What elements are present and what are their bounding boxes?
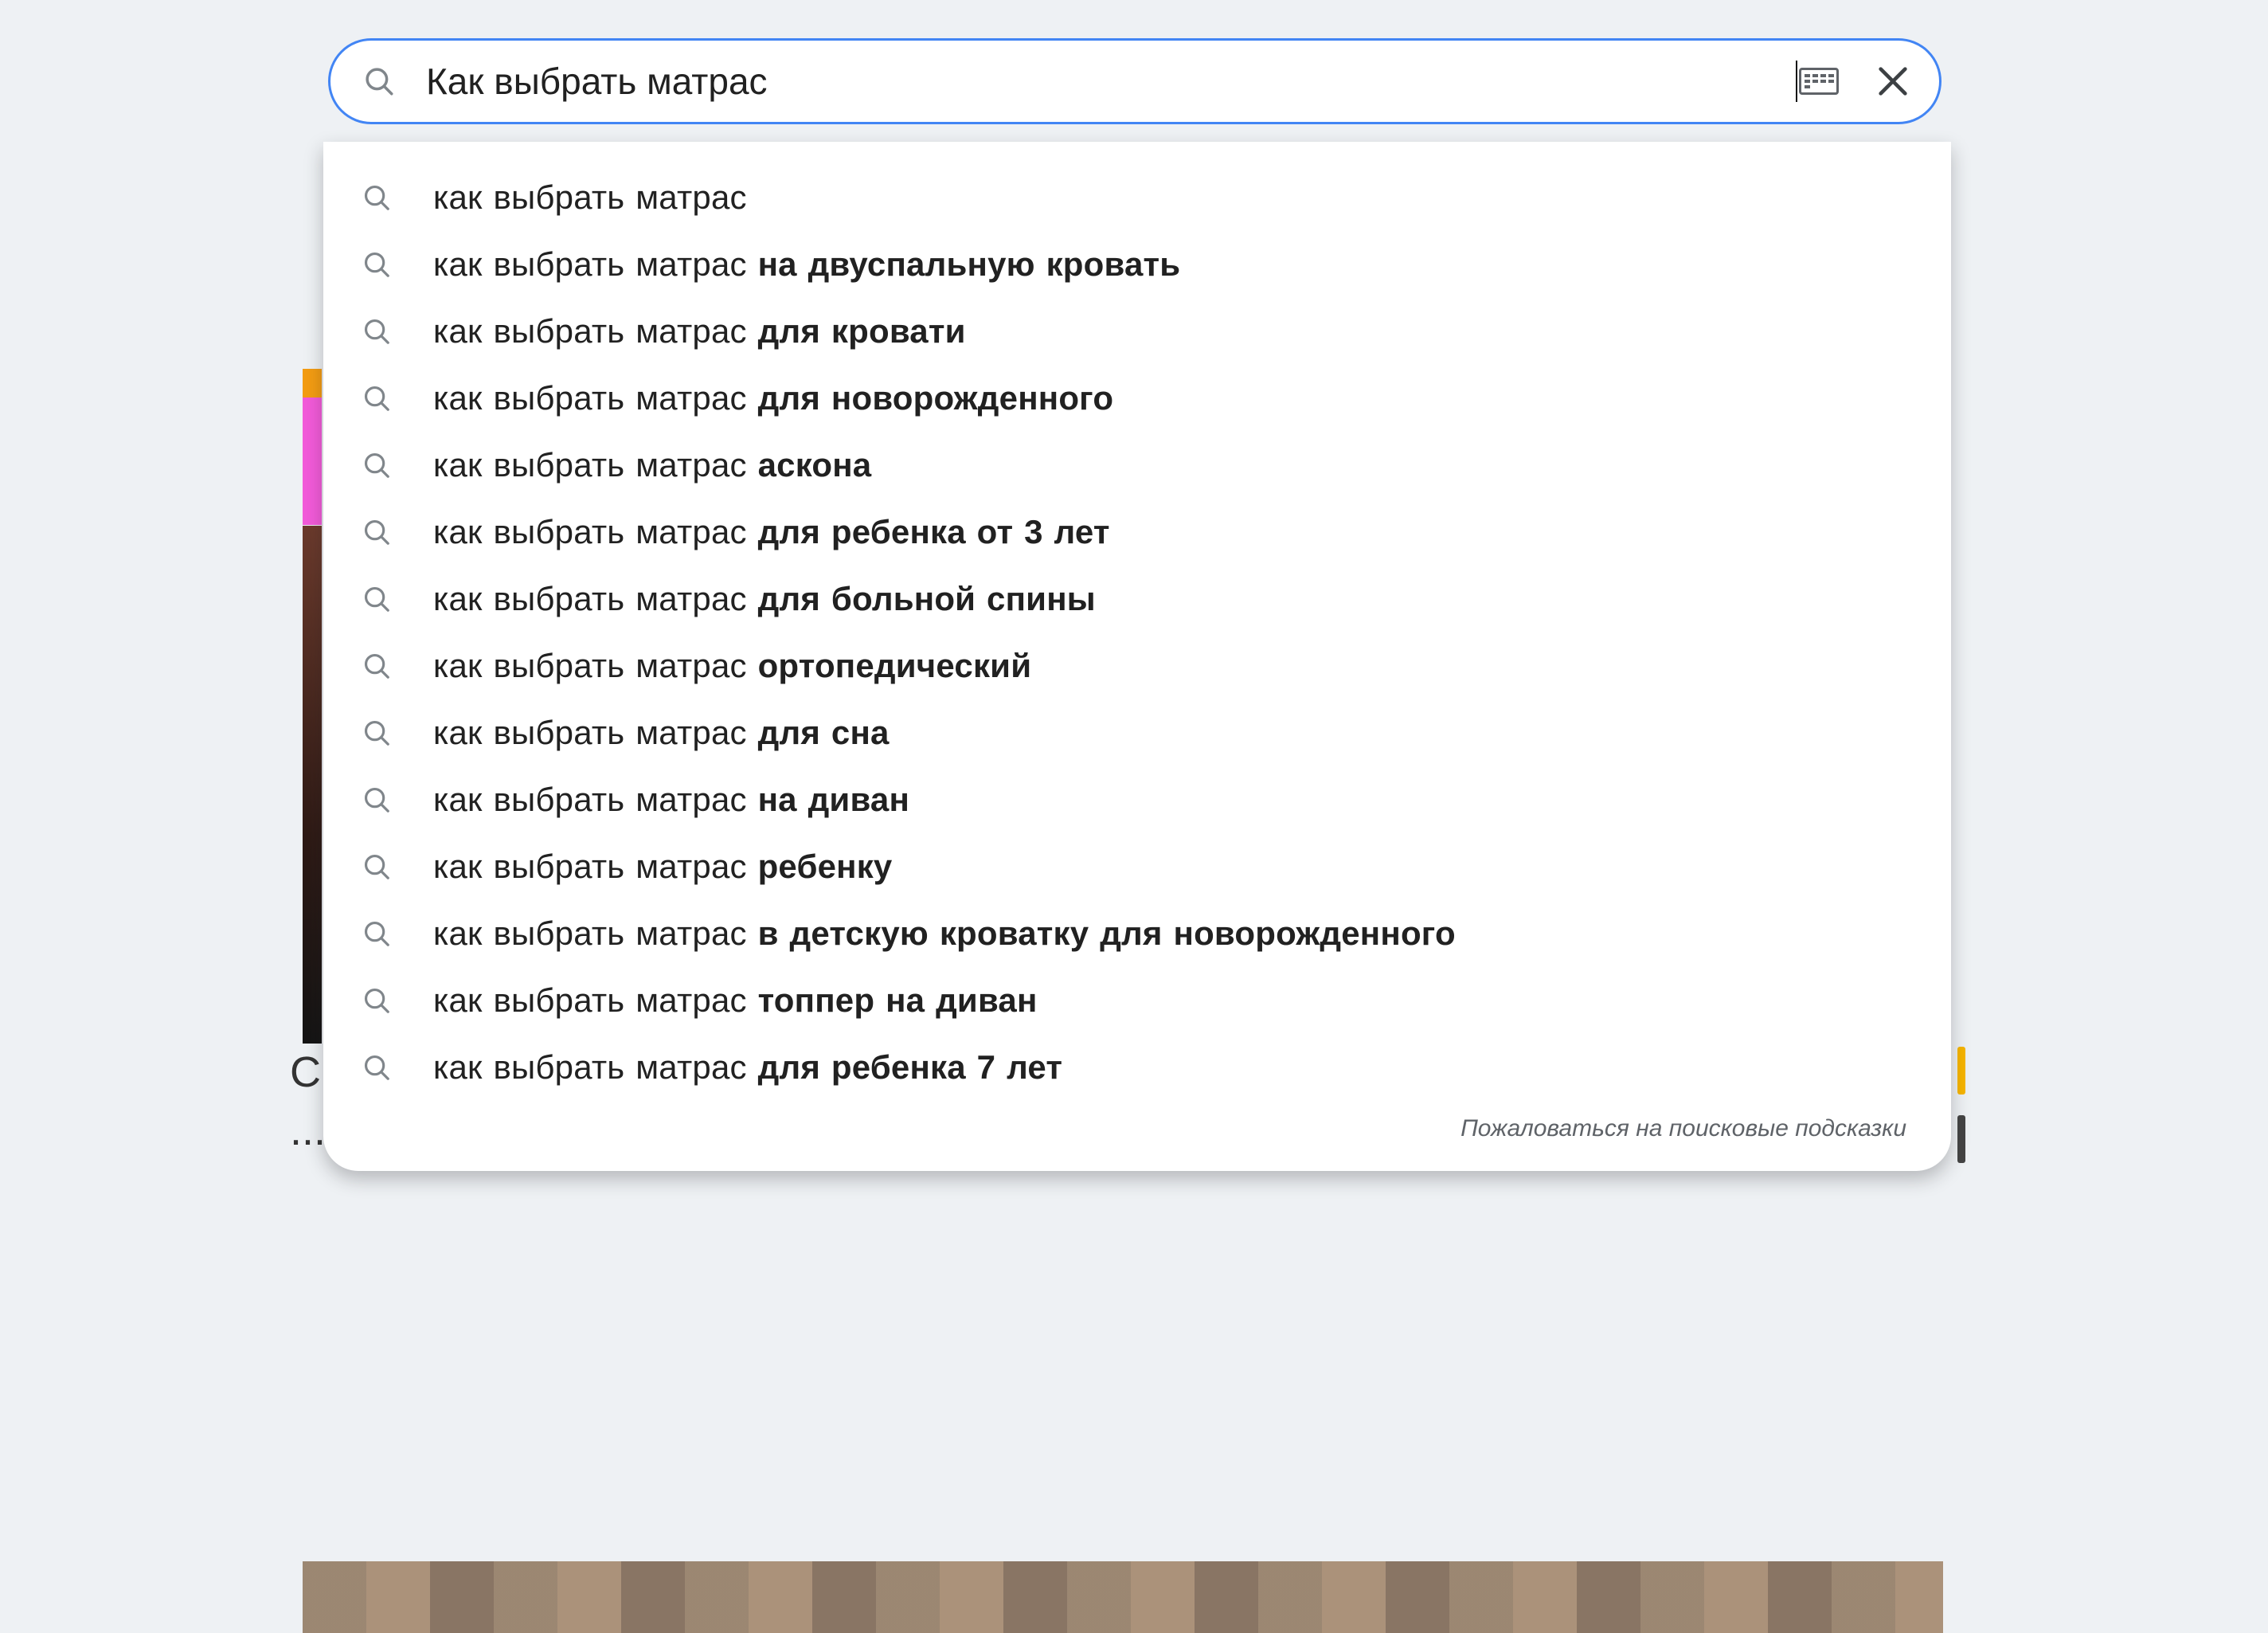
- suggestion-item[interactable]: как выбрать матрас для ребенка 7 лет: [323, 1034, 1951, 1101]
- search-icon: [362, 985, 392, 1016]
- suggestion-text: как выбрать матрас для ребенка 7 лет: [433, 1048, 1062, 1087]
- search-icon: [362, 1052, 392, 1083]
- suggestion-text: как выбрать матрас для больной спины: [433, 580, 1096, 618]
- suggestion-item[interactable]: как выбрать матрас на двуспальную кроват…: [323, 231, 1951, 298]
- suggestion-item[interactable]: как выбрать матрас в детскую кроватку дл…: [323, 900, 1951, 967]
- suggestion-text: как выбрать матрас топпер на диван: [433, 981, 1038, 1020]
- suggestion-text: как выбрать матрас для сна: [433, 714, 890, 752]
- search-icon: [362, 718, 392, 748]
- background-fragment: [303, 397, 322, 525]
- suggestion-text: как выбрать матрас на двуспальную кроват…: [433, 245, 1180, 284]
- suggestion-item[interactable]: как выбрать матрас для ребенка от 3 лет: [323, 499, 1951, 566]
- suggestion-item[interactable]: как выбрать матрас на диван: [323, 766, 1951, 833]
- suggestion-item[interactable]: как выбрать матрас топпер на диван: [323, 967, 1951, 1034]
- background-fragment: С ...: [290, 1044, 326, 1160]
- suggestion-text: как выбрать матрас: [433, 178, 747, 217]
- background-fragment: [303, 1561, 1943, 1633]
- search-icon: [362, 316, 392, 347]
- suggestion-text: как выбрать матрас в детскую кроватку дл…: [433, 914, 1456, 953]
- search-icon: [362, 584, 392, 614]
- suggestion-item[interactable]: как выбрать матрас: [323, 164, 1951, 231]
- search-input[interactable]: [424, 59, 1799, 104]
- suggestion-text: как выбрать матрас на диван: [433, 781, 909, 819]
- suggestion-item[interactable]: как выбрать матрас ребенку: [323, 833, 1951, 900]
- background-fragment: [303, 369, 322, 397]
- clear-search-button[interactable]: [1871, 59, 1915, 104]
- background-fragment: [1957, 1047, 1965, 1095]
- suggestion-item[interactable]: как выбрать матрас ортопедический: [323, 632, 1951, 699]
- suggestion-text: как выбрать матрас для новорожденного: [433, 379, 1113, 417]
- suggestion-text: как выбрать матрас ортопедический: [433, 647, 1031, 685]
- suggestion-text: как выбрать матрас ребенку: [433, 848, 893, 886]
- search-icon: [362, 450, 392, 480]
- background-fragment: [303, 526, 322, 1044]
- search-icon: [362, 383, 392, 413]
- search-icon: [362, 918, 392, 949]
- suggestion-item[interactable]: как выбрать матрас для кровати: [323, 298, 1951, 365]
- suggestions-dropdown: как выбрать матрас как выбрать матрас на …: [323, 142, 1951, 1171]
- search-icon: [362, 249, 392, 280]
- search-icon: [362, 651, 392, 681]
- suggestion-item[interactable]: как выбрать матрас для больной спины: [323, 566, 1951, 632]
- keyboard-icon[interactable]: [1799, 68, 1839, 95]
- search-icon: [362, 852, 392, 882]
- suggestion-text: как выбрать матрас для кровати: [433, 312, 966, 350]
- search-icon: [362, 65, 396, 98]
- suggestion-text: как выбрать матрас аскона: [433, 446, 871, 484]
- search-icon: [362, 517, 392, 547]
- search-bar: [328, 38, 1941, 124]
- background-fragment: [1957, 1115, 1965, 1163]
- text-caret: [1796, 61, 1797, 102]
- report-suggestions-link[interactable]: Пожаловаться на поисковые подсказки: [323, 1101, 1951, 1149]
- suggestion-item[interactable]: как выбрать матрас для сна: [323, 699, 1951, 766]
- suggestion-item[interactable]: как выбрать матрас для новорожденного: [323, 365, 1951, 432]
- search-icon: [362, 182, 392, 213]
- suggestion-item[interactable]: как выбрать матрас аскона: [323, 432, 1951, 499]
- search-icon: [362, 785, 392, 815]
- suggestion-text: как выбрать матрас для ребенка от 3 лет: [433, 513, 1110, 551]
